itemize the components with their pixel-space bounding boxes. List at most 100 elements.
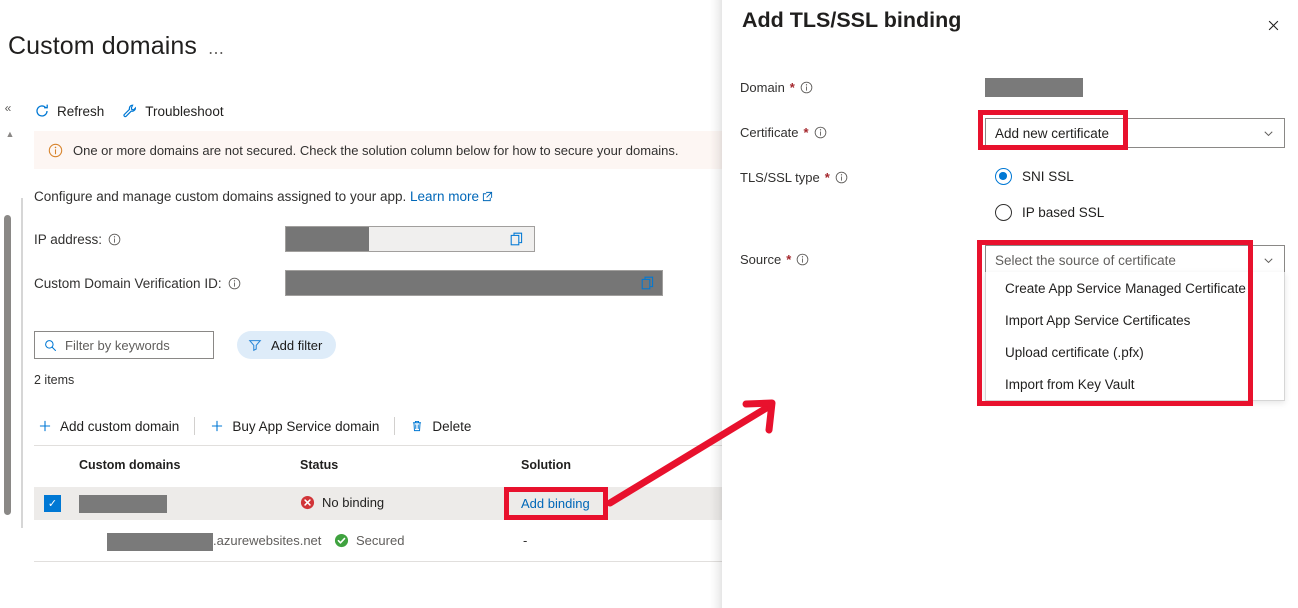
add-binding-link[interactable]: Add binding (521, 496, 590, 511)
info-circle-icon (48, 143, 63, 158)
certificate-selected-value: Add new certificate (995, 125, 1110, 141)
panel-shadow (710, 0, 722, 608)
info-circle-icon[interactable] (800, 81, 813, 94)
table-row[interactable]: ✓ No binding Add binding (34, 487, 722, 520)
ip-address-readonly-field[interactable] (285, 226, 535, 252)
page-title: Custom domains (8, 32, 197, 60)
row-domain-redacted (107, 533, 213, 551)
dropdown-option-create-managed-cert[interactable]: Create App Service Managed Certificate (986, 272, 1284, 304)
chevron-down-icon (1262, 127, 1275, 140)
buy-app-service-domain-label: Buy App Service domain (232, 418, 380, 434)
info-circle-icon[interactable] (835, 171, 848, 184)
row-domain-suffix: .azurewebsites.net (213, 533, 322, 548)
domain-label: Domain * (740, 80, 813, 95)
learn-more-link[interactable]: Learn more (410, 189, 479, 204)
domain-redacted-value (985, 78, 1083, 97)
dropdown-option-upload-pfx[interactable]: Upload certificate (.pfx) (986, 336, 1284, 368)
add-filter-button[interactable]: Add filter (237, 331, 337, 359)
plus-icon (210, 419, 224, 433)
items-count: 2 items (34, 373, 75, 387)
error-icon (300, 495, 315, 510)
table-top-divider (34, 445, 722, 446)
plus-icon (38, 419, 52, 433)
blade-scrollbar-thumb[interactable] (4, 215, 11, 515)
column-header-solution[interactable]: Solution (521, 458, 571, 472)
panel-title: Add TLS/SSL binding (742, 8, 962, 32)
filter-input[interactable]: Filter by keywords (34, 331, 214, 359)
column-header-status[interactable]: Status (300, 458, 338, 472)
custom-domains-blade: « ▲ Custom domains ⋯ Refresh Troubleshoo… (0, 0, 722, 608)
row-checkbox[interactable]: ✓ (44, 495, 61, 512)
verification-id-redacted-value (286, 271, 662, 295)
dropdown-option-import-key-vault[interactable]: Import from Key Vault (986, 368, 1284, 400)
row-domain-redacted (79, 495, 167, 513)
domain-label-text: Domain (740, 80, 785, 95)
table-bottom-divider (34, 561, 722, 562)
screenshot-root: « ▲ Custom domains ⋯ Refresh Troubleshoo… (0, 0, 1298, 608)
collapse-blade-icon[interactable]: « (2, 101, 14, 115)
certificate-label-text: Certificate (740, 125, 799, 140)
source-dropdown-list[interactable]: Create App Service Managed Certificate I… (985, 272, 1285, 401)
search-icon (44, 339, 57, 352)
ip-address-label-text: IP address: (34, 232, 103, 247)
row-status-label: No binding (322, 495, 385, 510)
verification-id-readonly-field[interactable] (285, 270, 663, 296)
required-marker: * (789, 80, 795, 95)
row-solution: - (523, 533, 528, 548)
command-bar: Refresh Troubleshoot (34, 96, 224, 126)
ip-address-redacted-value (286, 227, 369, 251)
tls-ssl-type-label-text: TLS/SSL type (740, 170, 820, 185)
copy-icon[interactable] (640, 275, 656, 291)
chevron-down-icon (1262, 254, 1275, 267)
delete-button[interactable]: Delete (410, 419, 471, 434)
row-status: Secured (334, 533, 404, 548)
success-icon (334, 533, 349, 548)
verification-id-label: Custom Domain Verification ID: (34, 276, 241, 291)
certificate-label: Certificate * (740, 125, 827, 140)
source-label-text: Source (740, 252, 782, 267)
verification-id-label-text: Custom Domain Verification ID: (34, 276, 222, 291)
info-circle-icon[interactable] (228, 277, 241, 290)
copy-icon[interactable] (509, 231, 525, 247)
radio-button-selected-icon (995, 168, 1012, 185)
external-link-icon (482, 190, 493, 202)
add-custom-domain-label: Add custom domain (60, 418, 180, 434)
radio-ip-based-ssl-label: IP based SSL (1022, 205, 1105, 220)
info-circle-icon[interactable] (814, 126, 827, 139)
ip-address-label: IP address: (34, 232, 121, 247)
close-icon[interactable] (1260, 12, 1286, 38)
more-options-icon[interactable]: ⋯ (208, 43, 225, 63)
warning-banner: One or more domains are not secured. Che… (34, 131, 722, 169)
troubleshoot-label: Troubleshoot (145, 103, 224, 119)
required-marker: * (803, 125, 809, 140)
table-row[interactable]: .azurewebsites.net Secured - (34, 524, 722, 557)
toolbar-separator (194, 417, 196, 435)
scroll-up-arrow-icon[interactable]: ▲ (3, 128, 17, 140)
certificate-select[interactable]: Add new certificate (985, 118, 1285, 148)
info-circle-icon[interactable] (108, 233, 121, 246)
radio-sni-ssl[interactable]: SNI SSL (995, 168, 1074, 185)
radio-button-unselected-icon (995, 204, 1012, 221)
blade-left-rule (21, 198, 23, 528)
refresh-button[interactable]: Refresh (34, 103, 104, 119)
trash-icon (410, 419, 424, 433)
troubleshoot-button[interactable]: Troubleshoot (122, 103, 224, 119)
add-custom-domain-button[interactable]: Add custom domain (38, 419, 179, 434)
tls-ssl-type-label: TLS/SSL type * (740, 170, 848, 185)
info-circle-icon[interactable] (796, 253, 809, 266)
table-header: Custom domains Status Solution (34, 453, 722, 479)
description-text: Configure and manage custom domains assi… (34, 189, 407, 204)
row-status: No binding (300, 495, 384, 510)
buy-app-service-domain-button[interactable]: Buy App Service domain (210, 419, 379, 434)
filter-placeholder: Filter by keywords (65, 337, 170, 353)
source-label: Source * (740, 252, 809, 267)
required-marker: * (786, 252, 792, 267)
radio-ip-based-ssl[interactable]: IP based SSL (995, 204, 1104, 221)
row-status-label: Secured (356, 533, 405, 548)
table-toolbar: Add custom domain Buy App Service domain… (38, 413, 471, 439)
source-select[interactable]: Select the source of certificate (985, 245, 1285, 275)
funnel-icon (248, 338, 262, 352)
source-placeholder: Select the source of certificate (995, 252, 1176, 268)
column-header-custom-domains[interactable]: Custom domains (79, 458, 180, 472)
dropdown-option-import-app-service-certs[interactable]: Import App Service Certificates (986, 304, 1284, 336)
